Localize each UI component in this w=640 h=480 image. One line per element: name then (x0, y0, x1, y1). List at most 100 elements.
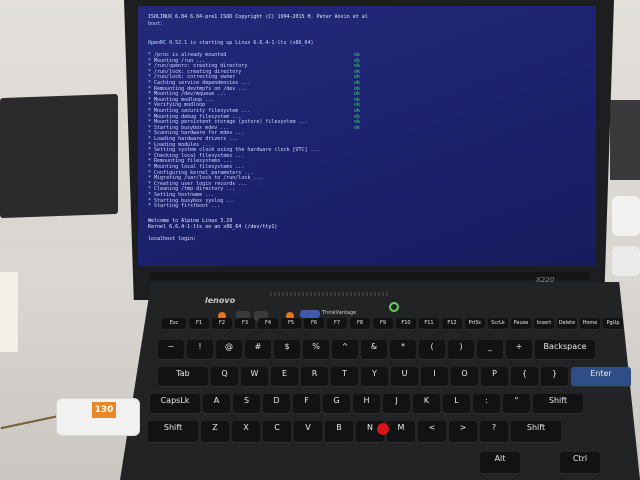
key-t[interactable]: T (331, 367, 358, 387)
key-f12[interactable]: F12 (442, 318, 462, 330)
key-label: @ (225, 342, 233, 351)
key-f4[interactable]: F4 (258, 318, 278, 330)
key-backspace[interactable]: Backspace (535, 340, 595, 360)
left-monitor (0, 93, 118, 219)
key-m[interactable]: M (387, 421, 415, 443)
key-sym[interactable]: ! (187, 340, 213, 360)
key-pause[interactable]: Pause (511, 318, 531, 330)
key-sym[interactable]: + (506, 340, 532, 360)
key-y[interactable]: Y (361, 367, 388, 387)
key-f3[interactable]: F3 (235, 318, 255, 330)
key-sym[interactable]: $ (274, 340, 300, 360)
key-sym[interactable]: } (541, 367, 568, 387)
key-ctrl[interactable]: Ctrl (560, 452, 600, 474)
ok-status: ok (354, 124, 361, 131)
key-sym[interactable]: * (390, 340, 416, 360)
key-sym[interactable]: _ (477, 340, 503, 360)
key-label: PrtSc (468, 320, 482, 326)
key-h[interactable]: H (353, 394, 380, 414)
trackpoint[interactable] (377, 423, 389, 435)
key-f2[interactable]: F2 (212, 318, 232, 330)
key-scrlk[interactable]: ScrLk (488, 318, 508, 330)
key-home[interactable]: Home (580, 318, 600, 330)
key-f6[interactable]: F6 (304, 318, 324, 330)
key-prtsc[interactable]: PrtSc (465, 318, 485, 330)
key-q[interactable]: Q (211, 367, 238, 387)
key-z[interactable]: Z (201, 421, 229, 443)
key-e[interactable]: E (271, 367, 298, 387)
key-shift[interactable]: Shift (533, 394, 583, 414)
thinkvantage-button[interactable] (300, 310, 320, 318)
key-label: Y (372, 369, 377, 378)
key-sym[interactable]: ) (448, 340, 474, 360)
laptop-hinge (150, 272, 590, 280)
key-l[interactable]: L (443, 394, 470, 414)
key-capslk[interactable]: CapsLk (150, 394, 200, 414)
key-u[interactable]: U (391, 367, 418, 387)
key-f8[interactable]: F8 (350, 318, 370, 330)
key-label: CapsLk (160, 396, 190, 405)
key-d[interactable]: D (263, 394, 290, 414)
key-sym[interactable]: < (418, 421, 446, 443)
key-pgup[interactable]: PgUp (603, 318, 623, 330)
key-f5[interactable]: F5 (281, 318, 301, 330)
key-label: I (433, 369, 436, 378)
key-label: ( (430, 342, 434, 351)
key-j[interactable]: J (383, 394, 410, 414)
key-label: F12 (447, 320, 457, 326)
key-f7[interactable]: F7 (327, 318, 347, 330)
key-alt[interactable]: Alt (480, 452, 520, 474)
key-sym[interactable]: ( (419, 340, 445, 360)
key-f11[interactable]: F11 (419, 318, 439, 330)
key-p[interactable]: P (481, 367, 508, 387)
key-sym[interactable]: & (361, 340, 387, 360)
key-label: B (336, 423, 342, 432)
key-a[interactable]: A (203, 394, 230, 414)
key-insert[interactable]: Insert (534, 318, 554, 330)
key-sym[interactable]: { (511, 367, 538, 387)
key-b[interactable]: B (325, 421, 353, 443)
key-r[interactable]: R (301, 367, 328, 387)
key-sym[interactable]: % (303, 340, 329, 360)
key-label: Enter (590, 369, 612, 378)
key-f10[interactable]: F10 (396, 318, 416, 330)
key-label: < (428, 423, 436, 432)
key-sym[interactable]: : (473, 394, 500, 414)
key-w[interactable]: W (241, 367, 268, 387)
key-o[interactable]: O (451, 367, 478, 387)
key-g[interactable]: G (323, 394, 350, 414)
key-sym[interactable]: # (245, 340, 271, 360)
key-enter[interactable]: Enter (571, 367, 631, 387)
key-esc[interactable]: Esc (162, 318, 186, 330)
key-s[interactable]: S (233, 394, 260, 414)
key-sym[interactable]: " (503, 394, 530, 414)
key-sym[interactable]: @ (216, 340, 242, 360)
power-button[interactable] (389, 302, 399, 312)
key-shift[interactable]: Shift (511, 421, 561, 443)
key-sym[interactable]: ^ (332, 340, 358, 360)
boot-line: * Starting firstboot ... (148, 203, 221, 210)
key-label: Shift (548, 396, 568, 405)
key-label: M (397, 423, 405, 432)
key-sym[interactable]: ? (480, 421, 508, 443)
key-k[interactable]: K (413, 394, 440, 414)
key-label: A (213, 396, 220, 405)
key-f1[interactable]: F1 (189, 318, 209, 330)
key-label: " (514, 396, 519, 405)
key-f9[interactable]: F9 (373, 318, 393, 330)
key-label: O (461, 369, 468, 378)
key-v[interactable]: V (294, 421, 322, 443)
key-c[interactable]: C (263, 421, 291, 443)
key-x[interactable]: X (232, 421, 260, 443)
key-label: + (515, 342, 523, 351)
key-tab[interactable]: Tab (158, 367, 208, 387)
key-sym[interactable]: > (449, 421, 477, 443)
key-i[interactable]: I (421, 367, 448, 387)
key-label: Esc (169, 320, 179, 326)
key-shift[interactable]: Shift (148, 421, 198, 443)
kernel-line: Kernel 6.6.4-1-lts on an x86_64 (/dev/tt… (148, 224, 278, 230)
key-f[interactable]: F (293, 394, 320, 414)
key-sym[interactable]: ~ (158, 340, 184, 360)
login-prompt[interactable]: localhost login: (148, 236, 196, 242)
key-delete[interactable]: Delete (557, 318, 577, 330)
